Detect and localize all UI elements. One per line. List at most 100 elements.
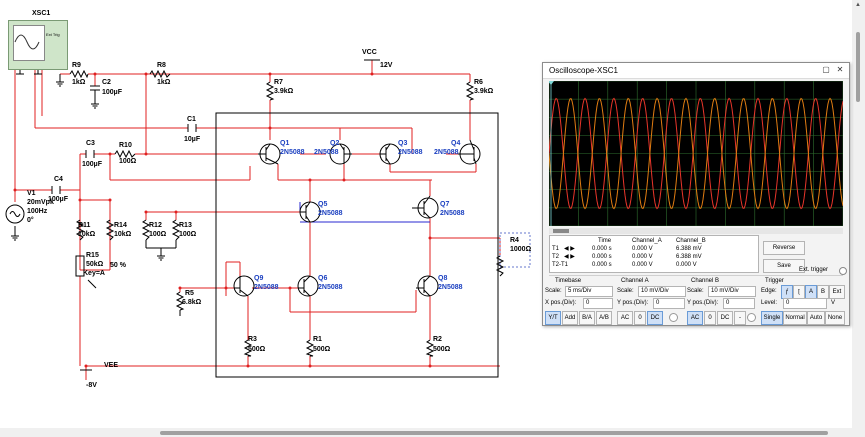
- xsc1-label: XSC1: [32, 10, 51, 17]
- ext-trigger-terminal[interactable]: [839, 267, 847, 275]
- channel-b-title: Channel B: [691, 278, 720, 284]
- q6-part: 2N5088: [318, 284, 343, 291]
- minimize-icon[interactable]: ▢: [819, 64, 833, 76]
- r4-value: 1000Ω: [510, 246, 532, 253]
- screen-scroll-thumb[interactable]: [553, 229, 569, 233]
- r7-name: R7: [274, 79, 283, 86]
- close-icon[interactable]: ✕: [833, 64, 847, 76]
- readout-delta-time: 0.000 s: [592, 262, 612, 268]
- oscilloscope-window[interactable]: Oscilloscope-XSC1 ▢ ✕ Time Channel_A Cha…: [542, 62, 850, 326]
- r10-name: R10: [119, 142, 132, 149]
- r6-name: R6: [474, 79, 483, 86]
- q1-part: 2N5088: [280, 149, 305, 156]
- q7-part: 2N5088: [440, 210, 465, 217]
- channel-b-ypos-label: Y pos.(Div):: [687, 300, 719, 306]
- r15-key: Key=A: [83, 270, 105, 277]
- channel-a-zero-button[interactable]: 0: [634, 311, 646, 325]
- horizontal-scrollbar[interactable]: [0, 428, 865, 437]
- c1-name: C1: [187, 116, 196, 123]
- timebase-scale-label: Scale:: [545, 288, 562, 294]
- channel-b-terminal[interactable]: [747, 313, 756, 322]
- readout-header-channel-b: Channel_B: [676, 238, 706, 244]
- add-button[interactable]: Add: [562, 311, 578, 325]
- timebase-xpos-field[interactable]: 0: [583, 298, 613, 309]
- oscilloscope-screen[interactable]: [549, 81, 843, 226]
- r10-value: 100Ω: [119, 158, 137, 165]
- trigger-level-field[interactable]: 0: [783, 298, 827, 309]
- trigger-single-button[interactable]: Single: [761, 311, 783, 325]
- channel-b-dc-button[interactable]: DC: [717, 311, 733, 325]
- v1-frequency: 100Hz: [27, 208, 48, 215]
- vee-label: VEE: [104, 362, 119, 369]
- t2-arrows-icon[interactable]: ◀ ▶: [564, 254, 575, 261]
- timebase-xpos-label: X pos.(Div):: [545, 300, 577, 306]
- q7-name: Q7: [440, 201, 450, 208]
- horizontal-scroll-thumb[interactable]: [160, 431, 828, 435]
- readout-delta-label: T2-T1: [552, 262, 569, 268]
- trigger-a-button[interactable]: A: [805, 285, 817, 299]
- timebase-title: Timebase: [555, 278, 582, 284]
- q3-name: Q3: [398, 140, 408, 147]
- r5-value: 6.8kΩ: [182, 299, 202, 306]
- cursor-t1-handle-icon[interactable]: [549, 81, 554, 85]
- trigger-title: Trigger: [765, 278, 784, 284]
- r7-value: 3.9kΩ: [274, 88, 294, 95]
- waveform-display: [549, 81, 843, 226]
- channel-b-zero-button[interactable]: 0: [704, 311, 716, 325]
- timebase-scale-field[interactable]: 5 ms/Div: [565, 286, 613, 297]
- screen-scrollbar[interactable]: [549, 228, 843, 234]
- ab-button[interactable]: A/B: [596, 311, 612, 325]
- reverse-button[interactable]: Reverse: [763, 241, 805, 255]
- ba-button[interactable]: B/A: [579, 311, 595, 325]
- oscilloscope-title: Oscilloscope-XSC1: [549, 66, 618, 75]
- channel-a-scale-field[interactable]: 10 mV/Div: [638, 286, 686, 297]
- channel-a-ypos-field[interactable]: 0: [653, 298, 685, 309]
- scroll-up-icon[interactable]: ▲: [855, 2, 861, 8]
- c3-value: 100µF: [82, 161, 102, 168]
- r8-name: R8: [157, 62, 166, 69]
- channel-a-terminal[interactable]: [669, 313, 678, 322]
- rising-edge-icon[interactable]: ƒ: [781, 285, 793, 299]
- v1-name: V1: [27, 190, 36, 197]
- trigger-normal-button[interactable]: Normal: [783, 311, 807, 325]
- c2-name: C2: [102, 79, 111, 86]
- t1-arrows-icon[interactable]: ◀ ▶: [564, 246, 575, 253]
- trigger-level-unit: V: [831, 300, 836, 306]
- channel-b-ypos-field[interactable]: 0: [723, 298, 755, 309]
- readout-delta-b: 0.000 V: [676, 262, 697, 268]
- channel-a-dc-button[interactable]: DC: [647, 311, 663, 325]
- r4-name: R4: [510, 237, 519, 244]
- r3-value: 500Ω: [248, 346, 266, 353]
- r15-value: 50kΩ: [86, 261, 104, 268]
- trigger-edge-label: Edge:: [761, 288, 777, 294]
- oscilloscope-instrument-icon[interactable]: Ext Trig: [8, 20, 68, 70]
- r13-name: R13: [179, 222, 192, 229]
- r12-name: R12: [149, 222, 162, 229]
- vertical-scrollbar[interactable]: ▲: [852, 0, 865, 430]
- oscilloscope-titlebar[interactable]: Oscilloscope-XSC1 ▢ ✕: [543, 63, 849, 79]
- v1-phase: 0°: [27, 217, 34, 224]
- channel-a-ac-button[interactable]: AC: [617, 311, 633, 325]
- readout-t2-b: 6.388 mV: [676, 254, 702, 260]
- readout-t2-label: T2: [552, 254, 560, 260]
- trigger-auto-button[interactable]: Auto: [807, 311, 825, 325]
- yt-button[interactable]: Y/T: [545, 311, 561, 325]
- vertical-scroll-thumb[interactable]: [856, 32, 860, 102]
- trigger-b-button[interactable]: B: [817, 285, 829, 299]
- trigger-none-button[interactable]: None: [825, 311, 845, 325]
- channel-b-minus-button[interactable]: -: [734, 311, 746, 325]
- r5-name: R5: [185, 290, 194, 297]
- channel-b-ac-button[interactable]: AC: [687, 311, 703, 325]
- r14-value: 10kΩ: [114, 231, 132, 238]
- r2-name: R2: [433, 336, 442, 343]
- r12-value: 100Ω: [149, 231, 167, 238]
- r3-name: R3: [248, 336, 257, 343]
- q8-part: 2N5088: [438, 284, 463, 291]
- r14-name: R14: [114, 222, 127, 229]
- q4-name: Q4: [451, 140, 461, 147]
- channel-b-scale-field[interactable]: 10 mV/Div: [708, 286, 756, 297]
- r9-value: 1kΩ: [72, 79, 86, 86]
- falling-edge-icon[interactable]: ʈ: [793, 285, 805, 299]
- c2-value: 100µF: [102, 89, 122, 96]
- trigger-ext-button[interactable]: Ext: [829, 285, 845, 299]
